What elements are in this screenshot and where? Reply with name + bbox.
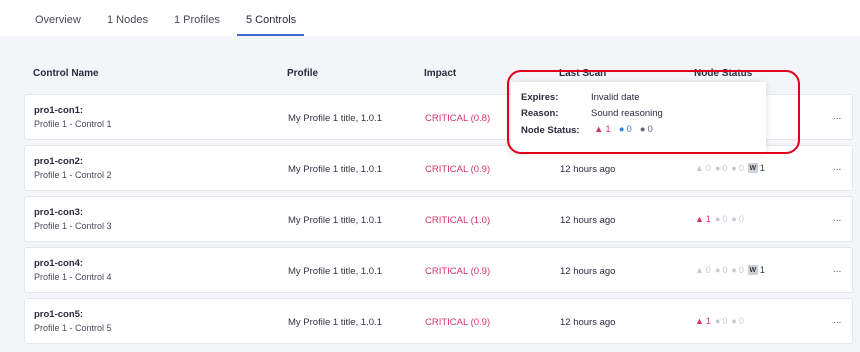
failed-count: ▲0 bbox=[695, 265, 711, 275]
node-status-cell[interactable]: ▲0 ●0 ●0 W1 bbox=[695, 163, 765, 173]
waived-count: W1 bbox=[747, 265, 765, 275]
waived-icon: W bbox=[747, 163, 758, 173]
table-row[interactable]: pro1-con4: Profile 1 - Control 4 My Prof… bbox=[24, 247, 853, 293]
control-title: Profile 1 - Control 3 bbox=[34, 221, 112, 231]
check-circle-icon: ● bbox=[618, 124, 625, 135]
node-status-cell[interactable]: ▲ 1 ● 0 ● 0 bbox=[695, 316, 744, 326]
failed-count: ▲ 1 bbox=[695, 214, 711, 224]
warning-triangle-icon: ▲ bbox=[594, 124, 604, 135]
last-scan-cell: 12 hours ago bbox=[560, 317, 616, 328]
profile-cell: My Profile 1 title, 1.0.1 bbox=[288, 164, 382, 175]
impact-cell: CRITICAL (0.9) bbox=[425, 266, 491, 277]
skipped-count: ●0 bbox=[731, 163, 744, 173]
table-row[interactable]: pro1-con3: Profile 1 - Control 3 My Prof… bbox=[24, 196, 853, 242]
control-title: Profile 1 - Control 4 bbox=[34, 272, 112, 282]
active-tab-indicator bbox=[237, 34, 304, 36]
check-circle-icon: ● bbox=[714, 265, 721, 275]
last-scan-cell: 12 hours ago bbox=[560, 266, 616, 277]
reason-value: Sound reasoning bbox=[591, 108, 663, 119]
control-id[interactable]: pro1-con4: bbox=[34, 258, 83, 269]
passed-count: ●0 bbox=[714, 265, 728, 275]
waiver-tooltip: Expires: Invalid date Reason: Sound reas… bbox=[511, 82, 766, 152]
last-scan-cell: 12 hours ago bbox=[560, 164, 616, 175]
tooltip-failed-count: ▲ 1 bbox=[594, 124, 611, 135]
question-circle-icon: ● bbox=[731, 163, 737, 173]
node-status-label: Node Status: bbox=[521, 125, 580, 136]
passed-count: ●0 bbox=[714, 316, 728, 326]
node-status-cell[interactable]: ▲0 ●0 ●0 W1 bbox=[695, 265, 765, 275]
failed-count: ▲ 1 bbox=[695, 316, 711, 326]
impact-cell: CRITICAL (0.9) bbox=[425, 164, 491, 175]
row-menu-button[interactable]: ... bbox=[833, 315, 841, 326]
row-menu-button[interactable]: ... bbox=[833, 264, 841, 275]
impact-cell: CRITICAL (0.8) bbox=[425, 113, 491, 124]
row-menu-button[interactable]: ... bbox=[833, 111, 841, 122]
question-circle-icon: ● bbox=[731, 316, 737, 326]
waived-icon: W bbox=[747, 265, 758, 275]
tooltip-node-status: ▲ 1 ● 0 ● 0 bbox=[594, 124, 653, 135]
profile-cell: My Profile 1 title, 1.0.1 bbox=[288, 266, 382, 277]
question-circle-icon: ● bbox=[639, 124, 646, 135]
tab-controls[interactable]: 5 Controls bbox=[246, 14, 296, 26]
column-impact[interactable]: Impact bbox=[424, 68, 456, 79]
failed-count: ▲0 bbox=[695, 163, 711, 173]
control-id[interactable]: pro1-con5: bbox=[34, 309, 83, 320]
warning-triangle-icon: ▲ bbox=[695, 265, 704, 275]
warning-triangle-icon: ▲ bbox=[695, 214, 704, 224]
control-title: Profile 1 - Control 1 bbox=[34, 119, 112, 129]
passed-count: ●0 bbox=[714, 214, 728, 224]
control-title: Profile 1 - Control 2 bbox=[34, 170, 112, 180]
profile-cell: My Profile 1 title, 1.0.1 bbox=[288, 317, 382, 328]
node-status-cell[interactable]: ▲ 1 ● 0 ● 0 bbox=[695, 214, 744, 224]
profile-cell: My Profile 1 title, 1.0.1 bbox=[288, 215, 382, 226]
control-id[interactable]: pro1-con1: bbox=[34, 105, 83, 116]
question-circle-icon: ● bbox=[731, 214, 737, 224]
column-profile[interactable]: Profile bbox=[287, 68, 318, 79]
check-circle-icon: ● bbox=[714, 214, 721, 224]
tabs-bar: Overview 1 Nodes 1 Profiles 5 Controls bbox=[0, 0, 860, 36]
reason-label: Reason: bbox=[521, 108, 559, 119]
impact-cell: CRITICAL (1.0) bbox=[425, 215, 491, 226]
control-id[interactable]: pro1-con2: bbox=[34, 156, 83, 167]
row-menu-button[interactable]: ... bbox=[833, 162, 841, 173]
expires-value: Invalid date bbox=[591, 92, 640, 103]
tab-overview[interactable]: Overview bbox=[35, 14, 81, 26]
question-circle-icon: ● bbox=[731, 265, 737, 275]
tooltip-skipped-count: ● 0 bbox=[639, 124, 653, 135]
control-title: Profile 1 - Control 5 bbox=[34, 323, 112, 333]
tab-nodes[interactable]: 1 Nodes bbox=[107, 14, 148, 26]
skipped-count: ●0 bbox=[731, 265, 744, 275]
control-id[interactable]: pro1-con3: bbox=[34, 207, 83, 218]
column-node-status[interactable]: Node Status bbox=[694, 68, 752, 79]
tooltip-passed-count: ● 0 bbox=[618, 124, 632, 135]
warning-triangle-icon: ▲ bbox=[695, 163, 704, 173]
profile-cell: My Profile 1 title, 1.0.1 bbox=[288, 113, 382, 124]
column-control-name[interactable]: Control Name bbox=[33, 68, 99, 79]
skipped-count: ●0 bbox=[731, 214, 744, 224]
check-circle-icon: ● bbox=[714, 163, 721, 173]
warning-triangle-icon: ▲ bbox=[695, 316, 704, 326]
table-row[interactable]: pro1-con5: Profile 1 - Control 5 My Prof… bbox=[24, 298, 853, 344]
check-circle-icon: ● bbox=[714, 316, 721, 326]
column-last-scan[interactable]: Last Scan bbox=[559, 68, 606, 79]
expires-label: Expires: bbox=[521, 92, 559, 103]
passed-count: ●0 bbox=[714, 163, 728, 173]
tab-profiles[interactable]: 1 Profiles bbox=[174, 14, 220, 26]
skipped-count: ●0 bbox=[731, 316, 744, 326]
waived-count: W1 bbox=[747, 163, 765, 173]
impact-cell: CRITICAL (0.9) bbox=[425, 317, 491, 328]
last-scan-cell: 12 hours ago bbox=[560, 215, 616, 226]
row-menu-button[interactable]: ... bbox=[833, 213, 841, 224]
